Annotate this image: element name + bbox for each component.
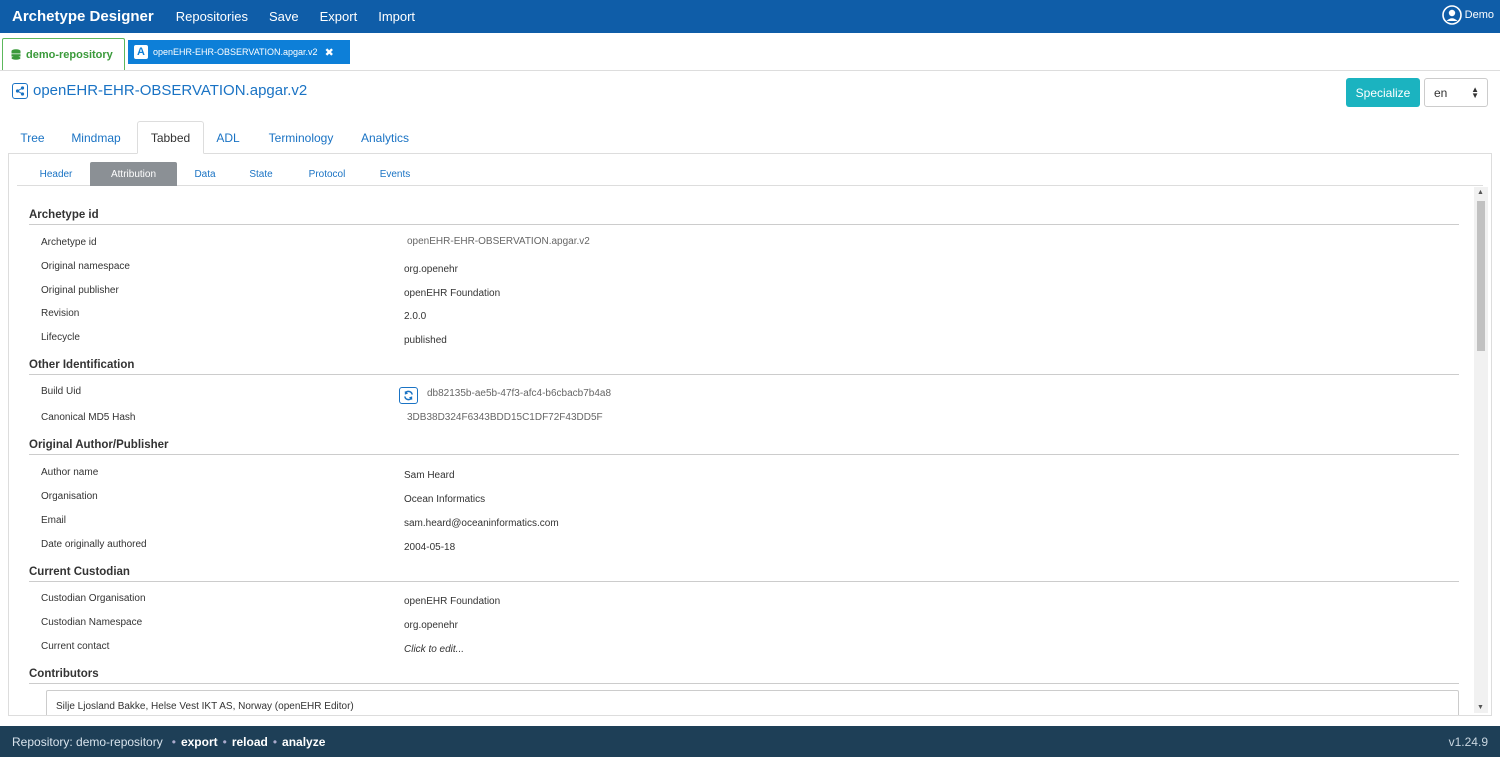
field-value: db82135b-ae5b-47f3-afc4-b6cbacb7b4a8: [427, 388, 612, 399]
scroll-up-icon[interactable]: ▲: [1477, 189, 1484, 196]
separator: •: [222, 734, 227, 749]
field-value[interactable]: openEHR Foundation: [404, 288, 500, 299]
database-icon: [11, 49, 21, 60]
section-original-author: Original Author/Publisher: [29, 439, 1459, 455]
section-other-identification: Other Identification: [29, 359, 1459, 375]
footer-analyze-link[interactable]: analyze: [282, 735, 325, 749]
subtab-protocol[interactable]: Protocol: [297, 162, 357, 186]
nav-import[interactable]: Import: [378, 9, 415, 24]
field-label: Date originally authored: [41, 539, 147, 550]
field-label: Custodian Organisation: [41, 593, 146, 604]
field-label: Lifecycle: [41, 332, 80, 343]
tab-tabbed[interactable]: Tabbed: [137, 121, 204, 154]
field-label: Original namespace: [41, 261, 130, 272]
section-contributors: Contributors: [29, 668, 1459, 684]
language-select[interactable]: en ▲ ▼: [1424, 78, 1488, 107]
brand[interactable]: Archetype Designer: [12, 8, 154, 25]
tab-adl[interactable]: ADL: [208, 121, 248, 154]
field-label: Revision: [41, 308, 80, 319]
attribution-content: Archetype id Archetype id openEHR-EHR-OB…: [9, 187, 1492, 715]
field-label: Canonical MD5 Hash: [41, 412, 136, 423]
field-value[interactable]: 2004-05-18: [404, 542, 455, 553]
repository-tab-label: demo-repository: [26, 48, 113, 61]
field-label: Organisation: [41, 491, 98, 502]
top-navbar: Archetype Designer Repositories Save Exp…: [0, 0, 1500, 33]
repository-tab[interactable]: demo-repository: [2, 38, 125, 70]
archetype-title: openEHR-EHR-OBSERVATION.apgar.v2: [12, 82, 307, 99]
field-label: Original publisher: [41, 285, 119, 296]
user-icon: [1441, 5, 1462, 25]
field-value[interactable]: sam.heard@oceaninformatics.com: [404, 518, 559, 529]
main-tabs: Tree Mindmap Tabbed ADL Terminology Anal…: [8, 121, 1492, 154]
tab-mindmap[interactable]: Mindmap: [60, 121, 132, 154]
archetype-file-tab-label: openEHR-EHR-OBSERVATION.apgar.v2: [153, 47, 318, 57]
field-value[interactable]: Ocean Informatics: [404, 494, 485, 505]
separator: •: [171, 734, 176, 749]
sub-tabs: Header Attribution Data State Protocol E…: [17, 162, 1483, 186]
field-value: 3DB38D324F6343BDD15C1DF72F43DD5F: [407, 412, 603, 423]
scroll-thumb[interactable]: [1477, 201, 1485, 351]
field-label: Current contact: [41, 641, 110, 652]
refresh-icon: [404, 390, 413, 401]
field-label: Build Uid: [41, 386, 82, 397]
regenerate-uid-button[interactable]: [399, 387, 418, 404]
subtab-data[interactable]: Data: [185, 162, 225, 186]
field-label: Author name: [41, 467, 99, 478]
field-value[interactable]: org.openehr: [404, 620, 458, 631]
close-icon[interactable]: ✖: [325, 46, 334, 59]
tab-tree[interactable]: Tree: [12, 121, 53, 154]
field-label: Custodian Namespace: [41, 617, 143, 628]
nav-export[interactable]: Export: [320, 9, 358, 24]
archetype-file-tab[interactable]: A openEHR-EHR-OBSERVATION.apgar.v2 ✖: [128, 40, 350, 64]
user-name: Demo: [1464, 9, 1494, 21]
field-value[interactable]: 2.0.0: [404, 311, 426, 322]
content-panel: Header Attribution Data State Protocol E…: [8, 154, 1492, 716]
field-value[interactable]: Sam Heard: [404, 470, 455, 481]
subtab-attribution[interactable]: Attribution: [90, 162, 177, 186]
subtab-state[interactable]: State: [239, 162, 283, 186]
tab-analytics[interactable]: Analytics: [354, 121, 416, 154]
share-icon[interactable]: [12, 82, 28, 99]
contributors-list[interactable]: Silje Ljosland Bakke, Helse Vest IKT AS,…: [46, 690, 1459, 715]
footer-export-link[interactable]: export: [181, 735, 218, 749]
section-current-custodian: Current Custodian: [29, 566, 1459, 582]
document-tabs: demo-repository A openEHR-EHR-OBSERVATIO…: [0, 33, 1500, 71]
field-value: openEHR-EHR-OBSERVATION.apgar.v2: [407, 236, 590, 247]
nav-repositories[interactable]: Repositories: [176, 9, 248, 24]
user-menu[interactable]: Demo: [1441, 5, 1494, 25]
subtab-events[interactable]: Events: [371, 162, 419, 186]
app-version: v1.24.9: [1448, 734, 1488, 749]
select-arrows-icon: ▲ ▼: [1471, 85, 1479, 100]
current-contact-edit[interactable]: Click to edit...: [404, 644, 464, 655]
field-value[interactable]: published: [404, 335, 447, 346]
tab-terminology[interactable]: Terminology: [259, 121, 343, 154]
field-value[interactable]: org.openehr: [404, 264, 458, 275]
field-value[interactable]: openEHR Foundation: [404, 596, 500, 607]
separator: •: [272, 734, 278, 749]
subtab-header[interactable]: Header: [31, 162, 81, 186]
language-value: en: [1434, 85, 1448, 100]
footer-repository: Repository: demo-repository: [12, 734, 163, 749]
vertical-scrollbar[interactable]: ▲ ▼: [1474, 187, 1488, 713]
archetype-icon: A: [134, 45, 148, 59]
specialize-button[interactable]: Specialize: [1346, 78, 1420, 107]
nav-save[interactable]: Save: [269, 9, 299, 24]
scroll-down-icon[interactable]: ▼: [1477, 704, 1484, 711]
contributor-item: Silje Ljosland Bakke, Helse Vest IKT AS,…: [56, 701, 354, 712]
field-label: Email: [41, 515, 67, 526]
footer-reload-link[interactable]: reload: [232, 735, 268, 749]
field-label: Archetype id: [41, 237, 97, 248]
status-footer: Repository: demo-repository • export • r…: [0, 726, 1500, 757]
page-title: openEHR-EHR-OBSERVATION.apgar.v2: [33, 82, 308, 99]
section-archetype-id: Archetype id: [29, 209, 1459, 225]
